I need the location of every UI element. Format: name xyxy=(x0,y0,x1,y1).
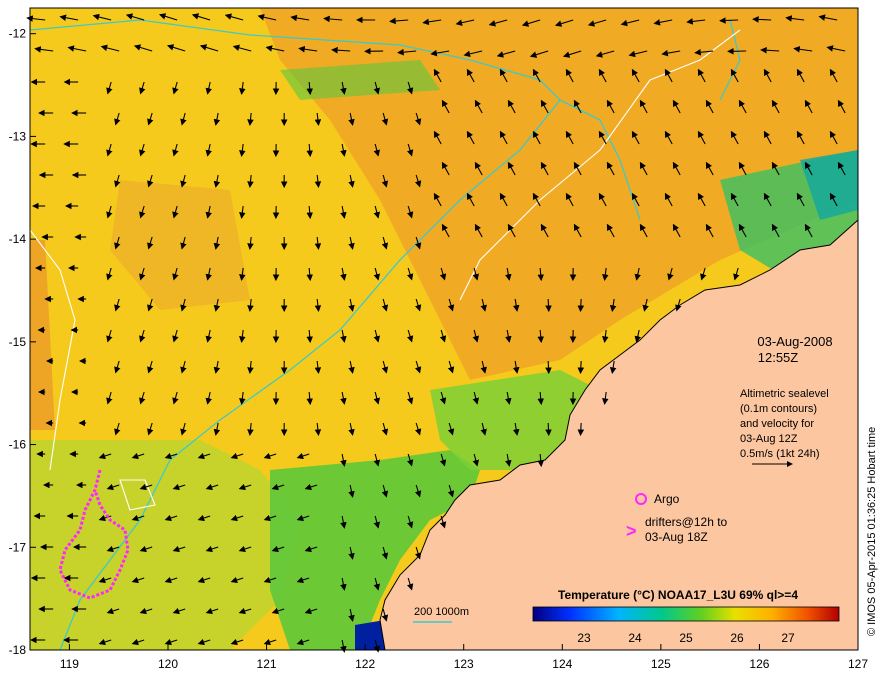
colorbar-tick-label: 24 xyxy=(628,631,642,645)
lon-tick-label: 123 xyxy=(454,657,474,671)
lon-tick-label: 124 xyxy=(552,657,572,671)
lat-tick-label: -16 xyxy=(9,438,27,452)
drifters-label-line1: drifters@12h to xyxy=(645,515,728,529)
lat-tick-label: -18 xyxy=(9,643,27,657)
svg-text:03-Aug 12Z: 03-Aug 12Z xyxy=(740,433,798,445)
lon-tick-label: 120 xyxy=(158,657,178,671)
lon-tick-label: 126 xyxy=(749,657,769,671)
velocity-arrow xyxy=(545,298,552,313)
drifters-label-line2: 03-Aug 18Z xyxy=(645,530,708,544)
lat-tick-label: -15 xyxy=(9,335,27,349)
velocity-arrow xyxy=(545,360,552,375)
sst-map: 119 120 121 122 123 124 125 126 127 -12 -13 -14 -15… xyxy=(9,7,878,671)
lon-tick-label: 119 xyxy=(60,657,79,671)
colorbar-tick-label: 27 xyxy=(781,631,795,645)
lon-tick-label: 127 xyxy=(848,657,868,671)
argo-label: Argo xyxy=(654,492,680,506)
lon-tick-label: 125 xyxy=(651,657,671,671)
lon-tick-label: 121 xyxy=(257,657,277,671)
lat-tick-label: -12 xyxy=(9,27,27,41)
credit-label: © IMOS 05-Apr-2015 01:36:25 Hobart time xyxy=(866,427,878,636)
lon-tick-label: 122 xyxy=(355,657,375,671)
velocity-arrow xyxy=(577,422,585,437)
lat-tick-label: -14 xyxy=(9,232,27,246)
velocity-arrow xyxy=(577,298,585,313)
velocity-arrow xyxy=(545,422,552,437)
colorbar-title: Temperature (°C) NOAA17_L3U 69% ql>=4 xyxy=(558,588,798,602)
date-label: 03-Aug-2008 xyxy=(757,334,832,349)
colorbar-tick-label: 25 xyxy=(679,631,693,645)
lat-tick-label: -13 xyxy=(9,129,27,143)
drifter-icon: > xyxy=(626,521,637,541)
svg-text:(0.1m contours): (0.1m contours) xyxy=(740,403,817,415)
svg-text:and velocity for: and velocity for xyxy=(740,418,814,430)
svg-text:0.5m/s (1kt 24h): 0.5m/s (1kt 24h) xyxy=(740,448,819,460)
velocity-arrow xyxy=(719,17,739,24)
svg-text:Altimetric sealevel: Altimetric sealevel xyxy=(740,388,829,400)
colorbar xyxy=(532,606,840,622)
isobath-scale-label: 200 1000m xyxy=(414,606,469,618)
velocity-arrow xyxy=(577,360,585,375)
time-label: 12:55Z xyxy=(758,350,799,365)
lat-tick-label: -17 xyxy=(9,540,27,554)
colorbar-tick-label: 26 xyxy=(730,631,744,645)
colorbar-tick-label: 23 xyxy=(577,631,591,645)
